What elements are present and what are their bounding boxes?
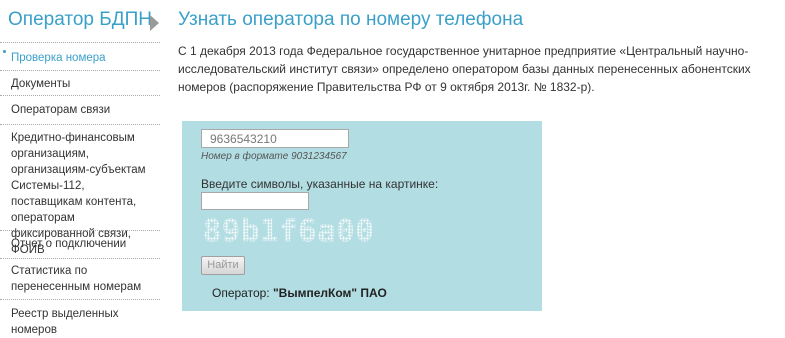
brand-arrow-icon [150,15,159,31]
result-prefix: Оператор: [212,286,270,300]
sidebar: Оператор БДПН Проверка номера Документы … [0,0,160,336]
phone-hint: Номер в формате 9031234567 [201,151,347,162]
sidebar-item-operators[interactable]: Операторам связи [0,96,160,125]
brand-title: Оператор БДПН [8,9,152,30]
captcha-text: 89b1f6a00 [203,216,375,246]
sidebar-item-statistics[interactable]: Статистика по перенесенным номерам [0,259,160,300]
sidebar-item-number-check[interactable]: Проверка номера [0,42,160,71]
operator-name: "ВымпелКом" ПАО [272,286,387,300]
captcha-image: 89b1f6a00 [203,216,375,246]
find-button[interactable]: Найти [201,256,245,275]
result-line: Оператор: "ВымпелКом" ПАО [212,286,387,300]
captcha-input[interactable] [201,192,309,210]
captcha-label: Введите символы, указанные на картинке: [201,177,439,191]
sidebar-item-organizations[interactable]: Кредитно-финансовым организациям, органи… [0,125,160,256]
sidebar-menu: Проверка номера Документы Операторам свя… [0,42,160,336]
page-title: Узнать оператора по номеру телефона [178,9,524,30]
sidebar-item-documents[interactable]: Документы [0,71,160,96]
intro-text: С 1 декабря 2013 года Федеральное госуда… [178,44,751,94]
sidebar-item-connection-report[interactable]: Отчет о подключении [0,231,160,259]
phone-input[interactable] [201,129,349,148]
lookup-form-panel: Номер в формате 9031234567 Введите симво… [182,121,542,311]
